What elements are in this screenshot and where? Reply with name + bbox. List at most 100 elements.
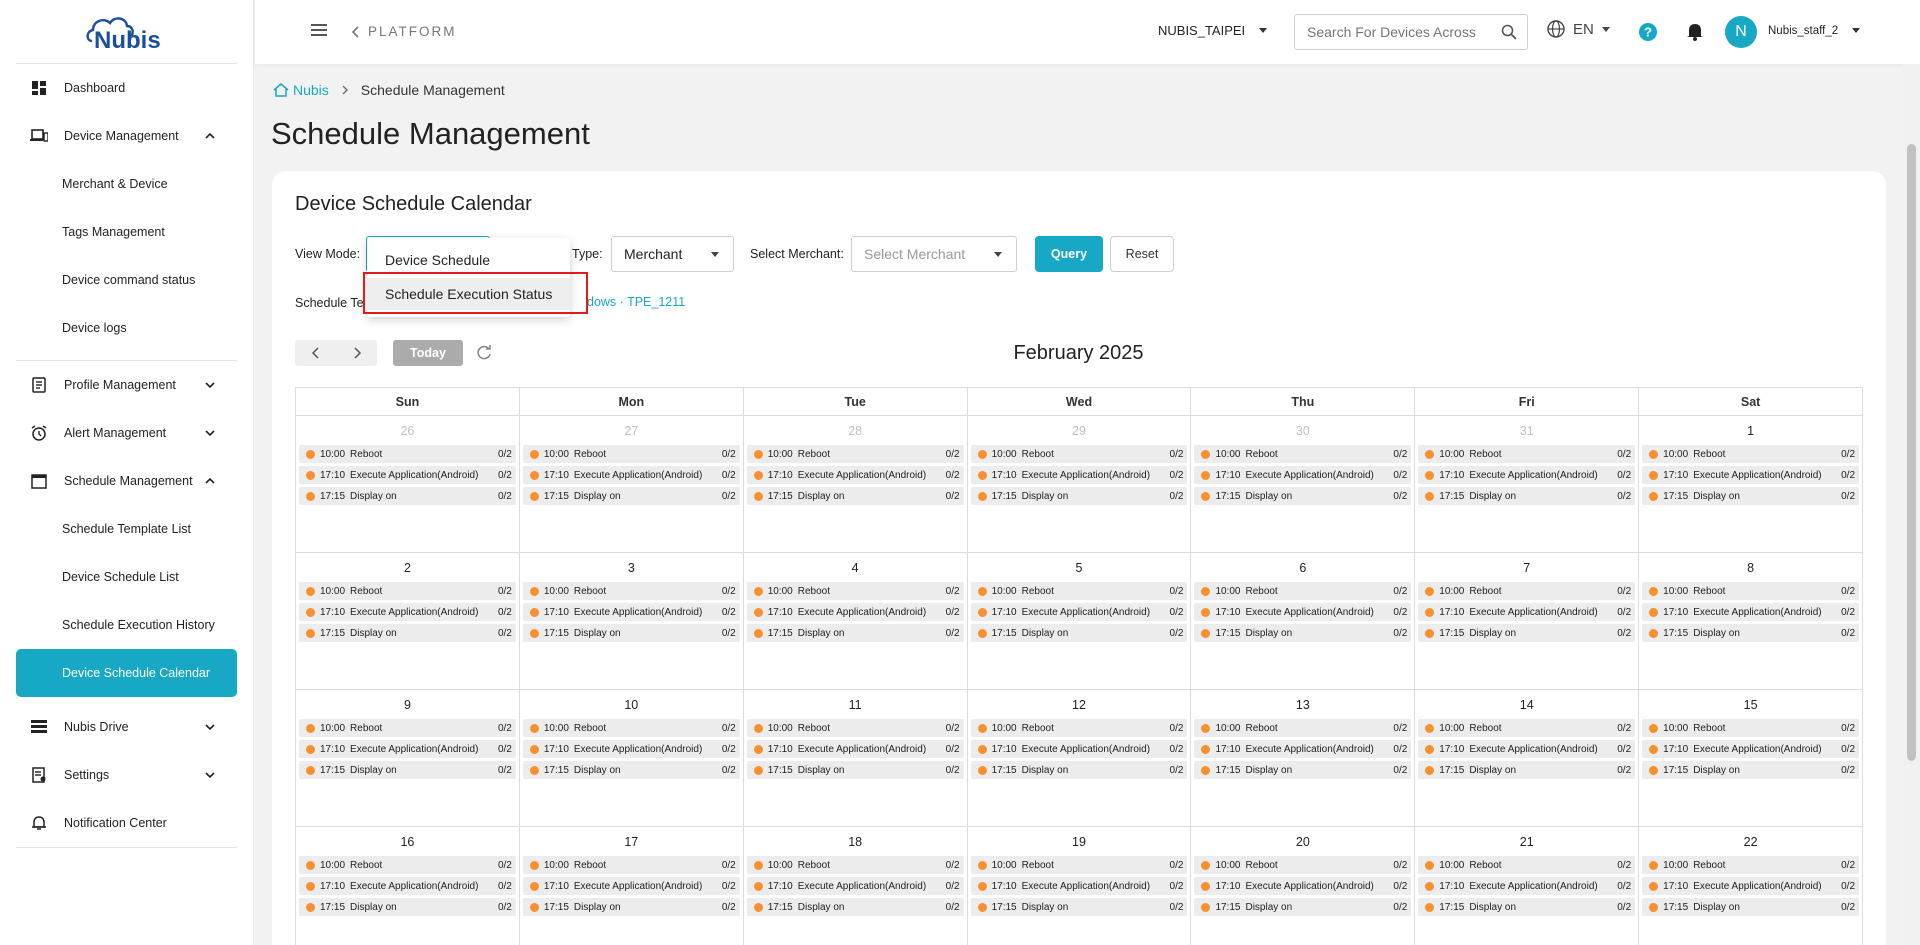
schedule-event[interactable]: 17:15 Display on 0/2 [1642, 761, 1860, 779]
schedule-event[interactable]: 10:00 Reboot 0/2 [1194, 856, 1412, 874]
sidebar-item-device-schedule-list[interactable]: Device Schedule List [16, 553, 237, 601]
schedule-event[interactable]: 17:15 Display on 0/2 [1418, 761, 1636, 779]
schedule-event[interactable]: 10:00 Reboot 0/2 [1194, 582, 1412, 600]
schedule-event[interactable]: 10:00 Reboot 0/2 [1642, 582, 1860, 600]
schedule-event[interactable]: 10:00 Reboot 0/2 [1642, 719, 1860, 737]
sidebar-item-profile-management[interactable]: Profile Management [16, 361, 237, 409]
scrollbar[interactable] [1903, 64, 1920, 945]
calendar-day-cell[interactable]: 26 10:00 Reboot 0/2 17:10 Execute Application… [296, 416, 520, 553]
schedule-event[interactable]: 17:10 Execute Application(Android) 0/2 [970, 740, 1188, 758]
schedule-event[interactable]: 17:10 Execute Application(Android) 0/2 [1194, 466, 1412, 484]
schedule-event[interactable]: 17:15 Display on 0/2 [746, 898, 964, 916]
schedule-event[interactable]: 17:10 Execute Application(Android) 0/2 [970, 603, 1188, 621]
schedule-event[interactable]: 17:10 Execute Application(Android) 0/2 [1642, 603, 1860, 621]
calendar-day-cell[interactable]: 2 10:00 Reboot 0/2 17:10 Execute Application(… [296, 553, 520, 690]
calendar-day-cell[interactable]: 29 10:00 Reboot 0/2 17:10 Execute Application… [967, 416, 1192, 553]
schedule-event[interactable]: 17:10 Execute Application(Android) 0/2 [1418, 603, 1636, 621]
schedule-event[interactable]: 10:00 Reboot 0/2 [522, 445, 740, 463]
schedule-event[interactable]: 17:15 Display on 0/2 [1194, 624, 1412, 642]
today-button[interactable]: Today [393, 340, 463, 366]
schedule-event[interactable]: 17:15 Display on 0/2 [1194, 898, 1412, 916]
schedule-event[interactable]: 10:00 Reboot 0/2 [522, 719, 740, 737]
calendar-day-cell[interactable]: 22 10:00 Reboot 0/2 17:10 Execute Application… [1639, 827, 1864, 945]
sidebar-item-schedule-template-list[interactable]: Schedule Template List [16, 505, 237, 553]
type-select[interactable]: Merchant [611, 236, 734, 272]
calendar-day-cell[interactable]: 4 10:00 Reboot 0/2 17:10 Execute Application(… [743, 553, 968, 690]
sidebar-item-schedule-execution-history[interactable]: Schedule Execution History [16, 601, 237, 649]
calendar-day-cell[interactable]: 7 10:00 Reboot 0/2 17:10 Execute Application(… [1415, 553, 1640, 690]
schedule-event[interactable]: 10:00 Reboot 0/2 [1642, 856, 1860, 874]
calendar-day-cell[interactable]: 27 10:00 Reboot 0/2 17:10 Execute Application… [519, 416, 744, 553]
schedule-event[interactable]: 10:00 Reboot 0/2 [1418, 445, 1636, 463]
calendar-day-cell[interactable]: 6 10:00 Reboot 0/2 17:10 Execute Application(… [1191, 553, 1416, 690]
sidebar-item-dashboard[interactable]: Dashboard [16, 64, 237, 112]
schedule-event[interactable]: 17:15 Display on 0/2 [522, 624, 740, 642]
schedule-event[interactable]: 10:00 Reboot 0/2 [1194, 719, 1412, 737]
schedule-event[interactable]: 10:00 Reboot 0/2 [970, 719, 1188, 737]
calendar-day-cell[interactable]: 16 10:00 Reboot 0/2 17:10 Execute Application… [296, 827, 520, 945]
calendar-day-cell[interactable]: 17 10:00 Reboot 0/2 17:10 Execute Application… [520, 827, 744, 945]
schedule-event[interactable]: 17:10 Execute Application(Android) 0/2 [522, 740, 740, 758]
caret-down-icon[interactable] [1852, 28, 1860, 33]
schedule-event[interactable]: 17:15 Display on 0/2 [299, 898, 516, 916]
schedule-event[interactable]: 10:00 Reboot 0/2 [970, 582, 1188, 600]
calendar-day-cell[interactable]: 5 10:00 Reboot 0/2 17:10 Execute Application(… [967, 553, 1192, 690]
calendar-day-cell[interactable]: 18 10:00 Reboot 0/2 17:10 Execute Application… [744, 827, 968, 945]
calendar-day-cell[interactable]: 10 10:00 Reboot 0/2 17:10 Execute Application… [519, 690, 744, 827]
schedule-event[interactable]: 17:15 Display on 0/2 [1642, 487, 1860, 505]
schedule-event[interactable]: 17:15 Display on 0/2 [299, 624, 516, 642]
next-month-icon[interactable] [352, 347, 362, 359]
schedule-event[interactable]: 10:00 Reboot 0/2 [1642, 445, 1860, 463]
schedule-event[interactable]: 17:15 Display on 0/2 [970, 898, 1188, 916]
calendar-day-cell[interactable]: 14 10:00 Reboot 0/2 17:10 Execute Application… [1415, 690, 1640, 827]
schedule-event[interactable]: 10:00 Reboot 0/2 [970, 856, 1188, 874]
search-input[interactable] [1295, 24, 1491, 40]
schedule-event[interactable]: 17:10 Execute Application(Android) 0/2 [1418, 740, 1636, 758]
org-selector[interactable]: NUBIS_TAIPEI [1158, 23, 1268, 38]
schedule-event[interactable]: 17:15 Display on 0/2 [1194, 761, 1412, 779]
schedule-event[interactable]: 17:10 Execute Application(Android) 0/2 [299, 603, 516, 621]
schedule-event[interactable]: 10:00 Reboot 0/2 [299, 719, 516, 737]
schedule-event[interactable]: 17:15 Display on 0/2 [1418, 624, 1636, 642]
search-icon[interactable] [1501, 24, 1517, 40]
schedule-event[interactable]: 10:00 Reboot 0/2 [970, 445, 1188, 463]
calendar-day-cell[interactable]: 13 10:00 Reboot 0/2 17:10 Execute Application… [1191, 690, 1416, 827]
schedule-event[interactable]: 17:15 Display on 0/2 [970, 761, 1188, 779]
schedule-event[interactable]: 17:15 Display on 0/2 [746, 624, 964, 642]
schedule-event[interactable]: 17:10 Execute Application(Android) 0/2 [746, 603, 964, 621]
schedule-event[interactable]: 17:10 Execute Application(Android) 0/2 [1418, 877, 1636, 895]
schedule-event[interactable]: 10:00 Reboot 0/2 [1418, 582, 1636, 600]
schedule-event[interactable]: 17:10 Execute Application(Android) 0/2 [299, 877, 516, 895]
schedule-event[interactable]: 17:10 Execute Application(Android) 0/2 [1642, 466, 1860, 484]
query-button[interactable]: Query [1035, 236, 1103, 272]
merchant-select[interactable]: Select Merchant [851, 236, 1017, 272]
calendar-day-cell[interactable]: 11 10:00 Reboot 0/2 17:10 Execute Application… [743, 690, 968, 827]
schedule-event[interactable]: 17:10 Execute Application(Android) 0/2 [522, 466, 740, 484]
scrollbar-thumb[interactable] [1907, 144, 1916, 761]
schedule-event[interactable]: 17:10 Execute Application(Android) 0/2 [746, 740, 964, 758]
schedule-event[interactable]: 10:00 Reboot 0/2 [299, 582, 516, 600]
schedule-event[interactable]: 10:00 Reboot 0/2 [299, 445, 516, 463]
sidebar-item-merchant-device[interactable]: Merchant & Device [16, 160, 237, 208]
schedule-templates-links[interactable]: dows · TPE_1211 [587, 295, 685, 309]
sidebar-item-schedule-management[interactable]: Schedule Management [16, 457, 237, 505]
platform-back[interactable]: PLATFORM [352, 24, 457, 39]
schedule-event[interactable]: 17:15 Display on 0/2 [970, 624, 1188, 642]
schedule-event[interactable]: 17:15 Display on 0/2 [1418, 898, 1636, 916]
schedule-event[interactable]: 17:10 Execute Application(Android) 0/2 [746, 877, 964, 895]
calendar-day-cell[interactable]: 31 10:00 Reboot 0/2 17:10 Execute Application… [1415, 416, 1640, 553]
schedule-event[interactable]: 10:00 Reboot 0/2 [746, 582, 964, 600]
schedule-event[interactable]: 17:10 Execute Application(Android) 0/2 [1194, 877, 1412, 895]
reset-button[interactable]: Reset [1110, 236, 1174, 272]
sidebar-item-device-schedule-calendar[interactable]: Device Schedule Calendar [16, 649, 237, 697]
menu-icon[interactable] [311, 23, 327, 37]
refresh-icon[interactable] [475, 344, 493, 362]
schedule-event[interactable]: 17:15 Display on 0/2 [1642, 898, 1860, 916]
schedule-event[interactable]: 17:15 Display on 0/2 [1194, 487, 1412, 505]
schedule-event[interactable]: 17:15 Display on 0/2 [1418, 487, 1636, 505]
schedule-event[interactable]: 10:00 Reboot 0/2 [746, 719, 964, 737]
calendar-day-cell[interactable]: 1 10:00 Reboot 0/2 17:10 Execute Application(… [1639, 416, 1864, 553]
schedule-event[interactable]: 17:10 Execute Application(Android) 0/2 [1194, 740, 1412, 758]
schedule-event[interactable]: 17:15 Display on 0/2 [746, 487, 964, 505]
sidebar-item-device-management[interactable]: Device Management [16, 112, 237, 160]
